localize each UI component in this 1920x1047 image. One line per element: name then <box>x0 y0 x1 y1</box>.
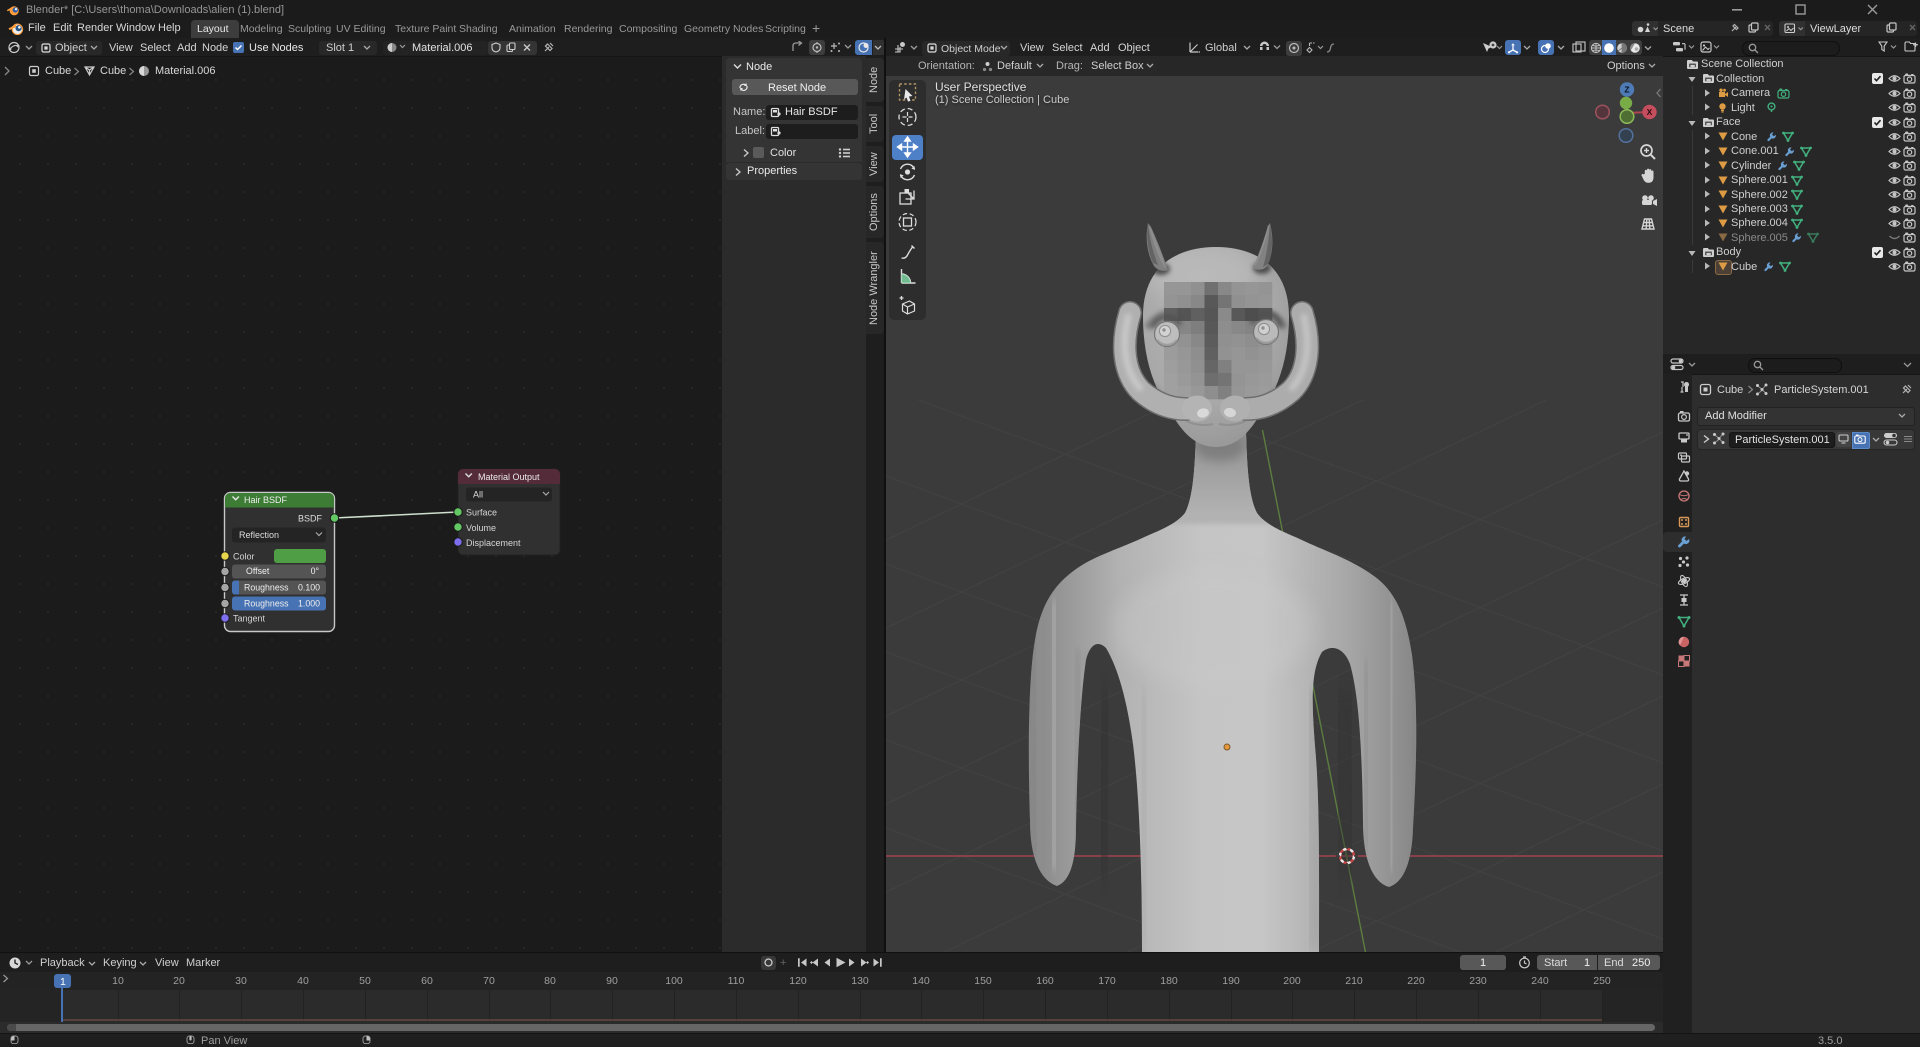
svg-text:Hair BSDF: Hair BSDF <box>244 495 288 505</box>
svg-text:Offset: Offset <box>246 566 270 576</box>
svg-text:Tangent: Tangent <box>233 614 266 624</box>
svg-text:Roughness: Roughness <box>244 583 289 593</box>
svg-text:Volume: Volume <box>466 523 496 533</box>
svg-text:Material Output: Material Output <box>478 472 540 482</box>
svg-text:Displacement: Displacement <box>466 538 521 548</box>
svg-text:Z: Z <box>1624 85 1629 95</box>
svg-text:Surface: Surface <box>466 508 497 518</box>
svg-text:Roughness: Roughness <box>244 599 289 609</box>
svg-text:Reflection: Reflection <box>239 530 279 540</box>
svg-text:1.000: 1.000 <box>298 599 320 609</box>
svg-text:All: All <box>473 490 483 500</box>
svg-text:X: X <box>1647 107 1653 117</box>
svg-text:BSDF: BSDF <box>298 514 323 524</box>
svg-text:0.100: 0.100 <box>298 583 320 593</box>
svg-text:0°: 0° <box>311 566 319 576</box>
svg-text:Color: Color <box>233 552 255 562</box>
